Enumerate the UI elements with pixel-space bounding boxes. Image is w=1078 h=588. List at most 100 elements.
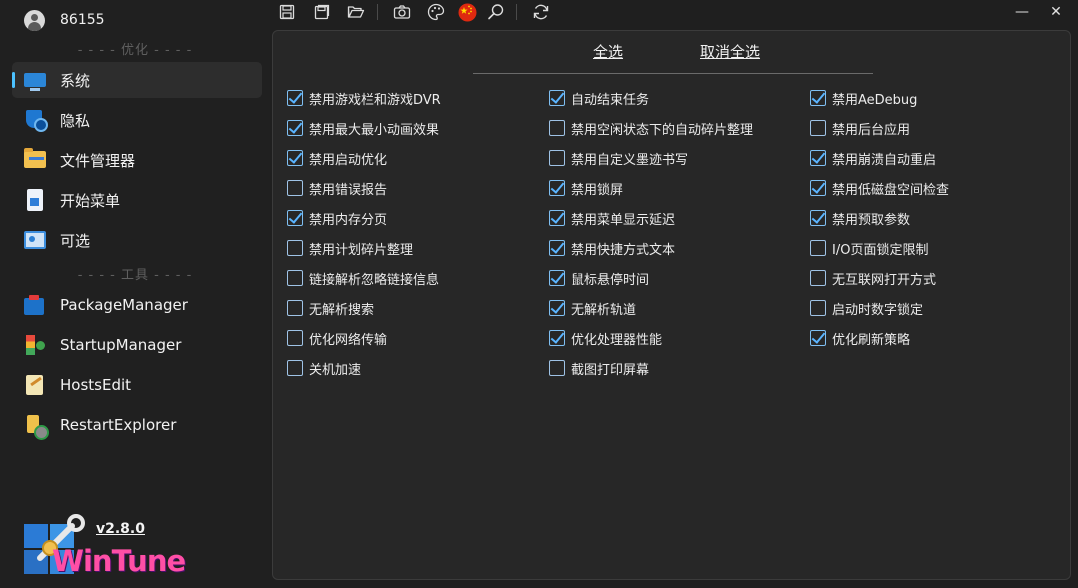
deselect-all-button[interactable]: 取消全选 — [700, 41, 760, 62]
checkbox-checked[interactable] — [549, 210, 565, 226]
checkbox-checked[interactable] — [810, 150, 826, 166]
checkbox-unchecked[interactable] — [810, 270, 826, 286]
checkbox-unchecked[interactable] — [810, 120, 826, 136]
option-label: 禁用最大最小动画效果 — [309, 122, 440, 138]
sidebar-item-startup-manager[interactable]: StartupManager — [12, 327, 262, 363]
option-row[interactable]: 禁用菜单显示延迟 — [549, 208, 675, 228]
sidebar-item-optional[interactable]: 可选 — [12, 222, 262, 258]
option-row[interactable]: 无互联网打开方式 — [810, 268, 936, 288]
checkbox-unchecked[interactable] — [287, 270, 303, 286]
checkbox-checked[interactable] — [287, 90, 303, 106]
checkbox-checked[interactable] — [549, 300, 565, 316]
option-row[interactable]: 禁用计划碎片整理 — [287, 238, 413, 258]
divider-tools: - - - - 工具 - - - - — [77, 268, 193, 283]
checkbox-unchecked[interactable] — [549, 150, 565, 166]
option-row[interactable]: 关机加速 — [287, 358, 361, 378]
option-row[interactable]: 禁用错误报告 — [287, 178, 387, 198]
close-button[interactable]: ✕ — [1039, 0, 1073, 24]
hosts-edit-icon — [26, 375, 43, 395]
sidebar-item-label: 可选 — [60, 231, 91, 250]
option-row[interactable]: 无解析搜索 — [287, 298, 374, 318]
minimize-button[interactable]: — — [1005, 0, 1039, 24]
option-row[interactable]: 优化网络传输 — [287, 328, 387, 348]
option-label: 优化处理器性能 — [571, 332, 663, 348]
checkbox-checked[interactable] — [287, 210, 303, 226]
checkbox-checked[interactable] — [810, 330, 826, 346]
option-row[interactable]: 禁用空闲状态下的自动碎片整理 — [549, 118, 753, 138]
optional-panel-icon — [24, 231, 46, 249]
option-row[interactable]: 禁用后台应用 — [810, 118, 910, 138]
option-row[interactable]: 禁用低磁盘空间检查 — [810, 178, 949, 198]
option-label: 禁用后台应用 — [832, 122, 911, 138]
checkbox-checked[interactable] — [549, 90, 565, 106]
option-row[interactable]: 优化处理器性能 — [549, 328, 662, 348]
checkbox-checked[interactable] — [287, 120, 303, 136]
refresh-icon[interactable] — [531, 2, 551, 22]
settings-panel: 全选 取消全选 禁用游戏栏和游戏DVR 禁用最大最小动画效果禁用启动优化 禁用错误报… — [272, 30, 1071, 580]
checkbox-checked[interactable] — [549, 330, 565, 346]
option-row[interactable]: 自动结束任务 — [549, 88, 649, 108]
china-flag-icon[interactable] — [457, 2, 477, 22]
wintune-logo: v2.8.0 WinTune — [24, 514, 186, 580]
option-row[interactable]: 禁用最大最小动画效果 — [287, 118, 439, 138]
checkbox-checked[interactable] — [810, 210, 826, 226]
toolbar-separator — [377, 4, 378, 20]
checkbox-checked[interactable] — [549, 180, 565, 196]
option-row[interactable]: 鼠标悬停时间 — [549, 268, 649, 288]
option-row[interactable]: 禁用AeDebug — [810, 88, 917, 108]
checkbox-checked[interactable] — [810, 180, 826, 196]
option-row[interactable]: 禁用启动优化 — [287, 148, 387, 168]
option-row[interactable]: 禁用崩溃自动重启 — [810, 148, 936, 168]
option-row[interactable]: 禁用自定义墨迹书写 — [549, 148, 688, 168]
checkbox-unchecked[interactable] — [287, 330, 303, 346]
sidebar-item-start-menu[interactable]: 开始菜单 — [12, 182, 262, 218]
user-profile[interactable]: 86155 — [24, 9, 105, 31]
option-row[interactable]: 优化刷新策略 — [810, 328, 910, 348]
option-row[interactable]: 启动时数字锁定 — [810, 298, 923, 318]
checkbox-unchecked[interactable] — [287, 360, 303, 376]
sidebar-item-hosts-edit[interactable]: HostsEdit — [12, 367, 262, 403]
save-icon[interactable] — [277, 2, 297, 22]
palette-icon[interactable] — [426, 2, 446, 22]
sidebar-item-label: PackageManager — [60, 296, 188, 314]
sidebar-item-file-manager[interactable]: 文件管理器 — [12, 142, 262, 178]
package-icon — [24, 295, 46, 315]
checkbox-unchecked[interactable] — [287, 300, 303, 316]
option-label: 启动时数字锁定 — [832, 302, 924, 318]
option-label: 自动结束任务 — [571, 92, 650, 108]
select-all-button[interactable]: 全选 — [593, 41, 623, 62]
checkbox-unchecked[interactable] — [810, 300, 826, 316]
checkbox-unchecked[interactable] — [549, 120, 565, 136]
checkbox-checked[interactable] — [549, 240, 565, 256]
checkbox-unchecked[interactable] — [810, 240, 826, 256]
checkbox-unchecked[interactable] — [287, 240, 303, 256]
option-row[interactable]: 无解析轨道 — [549, 298, 636, 318]
sidebar-item-system[interactable]: 系统 — [12, 62, 262, 98]
open-folder-icon[interactable] — [346, 2, 366, 22]
search-icon[interactable] — [486, 2, 506, 22]
checkbox-checked[interactable] — [810, 90, 826, 106]
save-as-icon[interactable] — [312, 2, 332, 22]
checkbox-checked[interactable] — [549, 270, 565, 286]
option-row[interactable]: I/O页面锁定限制 — [810, 238, 928, 258]
option-row[interactable]: 禁用游戏栏和游戏DVR — [287, 88, 441, 108]
checkbox-unchecked[interactable] — [549, 360, 565, 376]
checkbox-unchecked[interactable] — [287, 180, 303, 196]
option-label: 截图打印屏幕 — [571, 362, 650, 378]
option-label: 禁用锁屏 — [571, 182, 624, 198]
option-row[interactable]: 截图打印屏幕 — [549, 358, 649, 378]
camera-icon[interactable] — [392, 2, 412, 22]
sidebar-item-restart-explorer[interactable]: RestartExplorer — [12, 407, 262, 443]
option-row[interactable]: 禁用内存分页 — [287, 208, 387, 228]
restart-explorer-icon — [24, 415, 49, 440]
sidebar-item-privacy[interactable]: 隐私 — [12, 102, 262, 138]
sidebar-item-label: RestartExplorer — [60, 416, 177, 434]
user-name: 86155 — [60, 12, 105, 28]
checkbox-checked[interactable] — [287, 150, 303, 166]
version-link[interactable]: v2.8.0 — [96, 521, 145, 537]
option-row[interactable]: 链接解析忽略链接信息 — [287, 268, 439, 288]
option-row[interactable]: 禁用预取参数 — [810, 208, 910, 228]
sidebar-item-package-manager[interactable]: PackageManager — [12, 287, 262, 323]
option-row[interactable]: 禁用快捷方式文本 — [549, 238, 675, 258]
option-row[interactable]: 禁用锁屏 — [549, 178, 623, 198]
